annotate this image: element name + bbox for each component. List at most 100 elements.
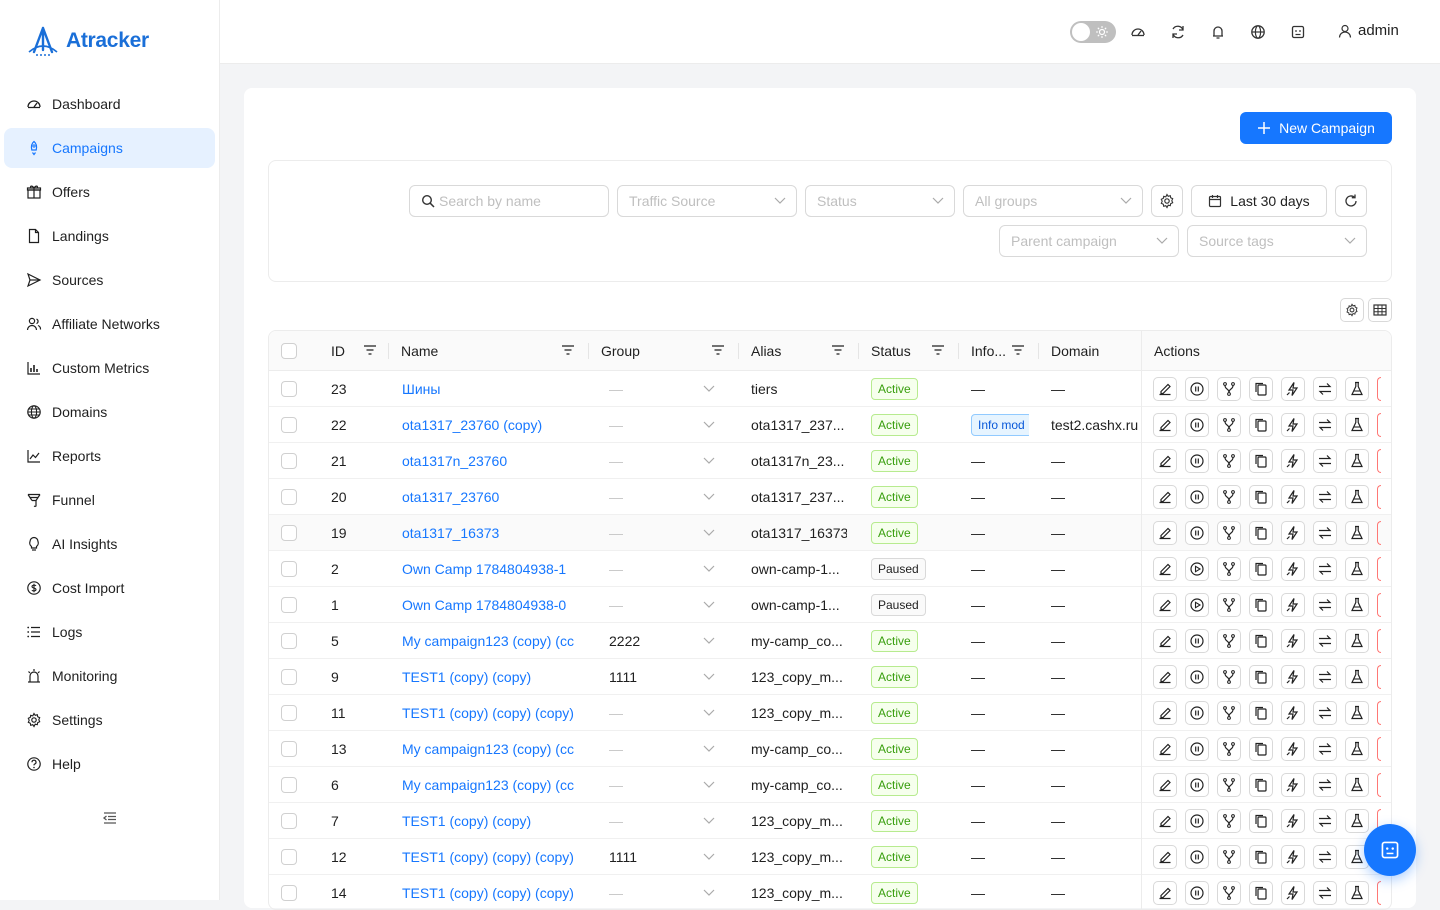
row-group-value[interactable]: — xyxy=(609,443,689,479)
row-checkbox[interactable] xyxy=(281,525,297,541)
row-group-value[interactable]: — xyxy=(609,551,689,587)
sidebar-item-campaigns[interactable]: Campaigns xyxy=(4,128,215,168)
row-checkbox[interactable] xyxy=(281,597,297,613)
table-settings-button[interactable] xyxy=(1340,298,1364,322)
new-campaign-button[interactable]: New Campaign xyxy=(1240,112,1392,144)
filter-icon[interactable] xyxy=(711,344,725,356)
row-group-value[interactable]: — xyxy=(609,479,689,515)
sidebar-item-funnel[interactable]: Funnel xyxy=(4,480,215,520)
filter-icon[interactable] xyxy=(363,344,377,356)
col-id[interactable]: ID xyxy=(321,331,389,371)
sidebar-item-affiliate-networks[interactable]: Affiliate Networks xyxy=(4,304,215,344)
search-input[interactable]: Search by name xyxy=(409,185,609,217)
filter-icon[interactable] xyxy=(931,344,945,356)
sidebar-item-monitoring[interactable]: Monitoring xyxy=(4,656,215,696)
row-checkbox[interactable] xyxy=(281,633,297,649)
chevron-down-icon[interactable] xyxy=(703,803,719,839)
robot-icon[interactable] xyxy=(1290,24,1306,40)
source-tags-select[interactable]: Source tags xyxy=(1187,225,1367,257)
row-group-value[interactable]: — xyxy=(609,695,689,731)
columns-button[interactable] xyxy=(1368,298,1392,322)
chevron-down-icon[interactable] xyxy=(703,443,719,479)
campaign-name-link[interactable]: ota1317n_23760 xyxy=(402,443,578,479)
row-checkbox[interactable] xyxy=(281,777,297,793)
user-menu[interactable]: admin xyxy=(1338,22,1399,39)
filter-icon[interactable] xyxy=(561,344,575,356)
row-group-value[interactable]: — xyxy=(609,407,689,443)
campaign-name-link[interactable]: ota1317_16373 xyxy=(402,515,578,551)
info-badge[interactable]: Info mod xyxy=(971,414,1029,436)
row-group-value[interactable]: 1111 xyxy=(609,659,689,695)
globe-language-icon[interactable] xyxy=(1250,24,1266,40)
row-checkbox[interactable] xyxy=(281,705,297,721)
campaign-name-link[interactable]: My campaign123 (copy) (cc xyxy=(402,731,578,767)
parent-campaign-select[interactable]: Parent campaign xyxy=(999,225,1179,257)
select-all-checkbox[interactable] xyxy=(281,343,297,359)
row-checkbox[interactable] xyxy=(281,453,297,469)
row-checkbox[interactable] xyxy=(281,489,297,505)
campaign-name-link[interactable]: ota1317_23760 (copy) xyxy=(402,407,578,443)
sidebar-item-domains[interactable]: Domains xyxy=(4,392,215,432)
status-select[interactable]: Status xyxy=(805,185,955,217)
campaign-name-link[interactable]: Own Camp 1784804938-0 xyxy=(402,587,578,623)
chevron-down-icon[interactable] xyxy=(703,479,719,515)
chevron-down-icon[interactable] xyxy=(703,371,719,407)
sidebar-item-help[interactable]: Help xyxy=(4,744,215,784)
sidebar-item-cost-import[interactable]: Cost Import xyxy=(4,568,215,608)
refresh-icon[interactable] xyxy=(1170,24,1186,40)
bell-icon[interactable] xyxy=(1210,24,1226,40)
sidebar-item-dashboard[interactable]: Dashboard xyxy=(4,84,215,124)
sidebar-item-ai-insights[interactable]: AI Insights xyxy=(4,524,215,564)
col-name[interactable]: Name xyxy=(389,331,589,371)
chevron-down-icon[interactable] xyxy=(703,659,719,695)
row-checkbox[interactable] xyxy=(281,849,297,865)
col-info[interactable]: Info... xyxy=(959,331,1039,371)
chevron-down-icon[interactable] xyxy=(703,587,719,623)
row-group-value[interactable]: — xyxy=(609,731,689,767)
sidebar-item-landings[interactable]: Landings xyxy=(4,216,215,256)
chevron-down-icon[interactable] xyxy=(703,623,719,659)
campaign-name-link[interactable]: My campaign123 (copy) (cc xyxy=(402,767,578,803)
campaign-name-link[interactable]: My campaign123 (copy) (cc xyxy=(402,623,578,659)
logo[interactable]: Atracker xyxy=(26,26,149,56)
row-group-value[interactable]: — xyxy=(609,515,689,551)
filter-settings-button[interactable] xyxy=(1151,185,1183,217)
sidebar-item-sources[interactable]: Sources xyxy=(4,260,215,300)
row-group-value[interactable]: 2222 xyxy=(609,623,689,659)
col-alias[interactable]: Alias xyxy=(739,331,859,371)
date-range-picker[interactable]: Last 30 days xyxy=(1191,185,1327,217)
campaign-name-link[interactable]: ota1317_23760 xyxy=(402,479,578,515)
chevron-down-icon[interactable] xyxy=(703,731,719,767)
row-checkbox[interactable] xyxy=(281,417,297,433)
campaign-name-link[interactable]: TEST1 (copy) (copy) xyxy=(402,659,578,695)
row-checkbox[interactable] xyxy=(281,813,297,829)
row-group-value[interactable]: 1111 xyxy=(609,839,689,875)
col-status[interactable]: Status xyxy=(859,331,959,371)
chevron-down-icon[interactable] xyxy=(703,407,719,443)
campaign-name-link[interactable]: TEST1 (copy) (copy) (copy) xyxy=(402,839,578,875)
theme-toggle[interactable] xyxy=(1070,21,1116,43)
sidebar-item-reports[interactable]: Reports xyxy=(4,436,215,476)
groups-select[interactable]: All groups xyxy=(963,185,1143,217)
collapse-sidebar-button[interactable] xyxy=(102,810,118,826)
col-domain[interactable]: Domain xyxy=(1039,331,1141,371)
campaign-name-link[interactable]: TEST1 (copy) (copy) (copy) xyxy=(402,875,578,909)
row-group-value[interactable]: — xyxy=(609,767,689,803)
row-checkbox[interactable] xyxy=(281,381,297,397)
traffic-source-select[interactable]: Traffic Source xyxy=(617,185,797,217)
chevron-down-icon[interactable] xyxy=(703,839,719,875)
campaign-name-link[interactable]: TEST1 (copy) (copy) xyxy=(402,803,578,839)
chevron-down-icon[interactable] xyxy=(703,875,719,909)
filter-icon[interactable] xyxy=(1011,344,1025,356)
row-checkbox[interactable] xyxy=(281,669,297,685)
campaign-name-link[interactable]: Шины xyxy=(402,371,578,407)
campaign-name-link[interactable]: TEST1 (copy) (copy) (copy) xyxy=(402,695,578,731)
sidebar-item-settings[interactable]: Settings xyxy=(4,700,215,740)
dashboard-gauge-icon[interactable] xyxy=(1130,24,1146,40)
row-group-value[interactable]: — xyxy=(609,803,689,839)
row-group-value[interactable]: — xyxy=(609,587,689,623)
row-checkbox[interactable] xyxy=(281,885,297,901)
campaign-name-link[interactable]: Own Camp 1784804938-1 xyxy=(402,551,578,587)
reload-button[interactable] xyxy=(1335,185,1367,217)
assistant-fab-button[interactable] xyxy=(1364,824,1416,876)
